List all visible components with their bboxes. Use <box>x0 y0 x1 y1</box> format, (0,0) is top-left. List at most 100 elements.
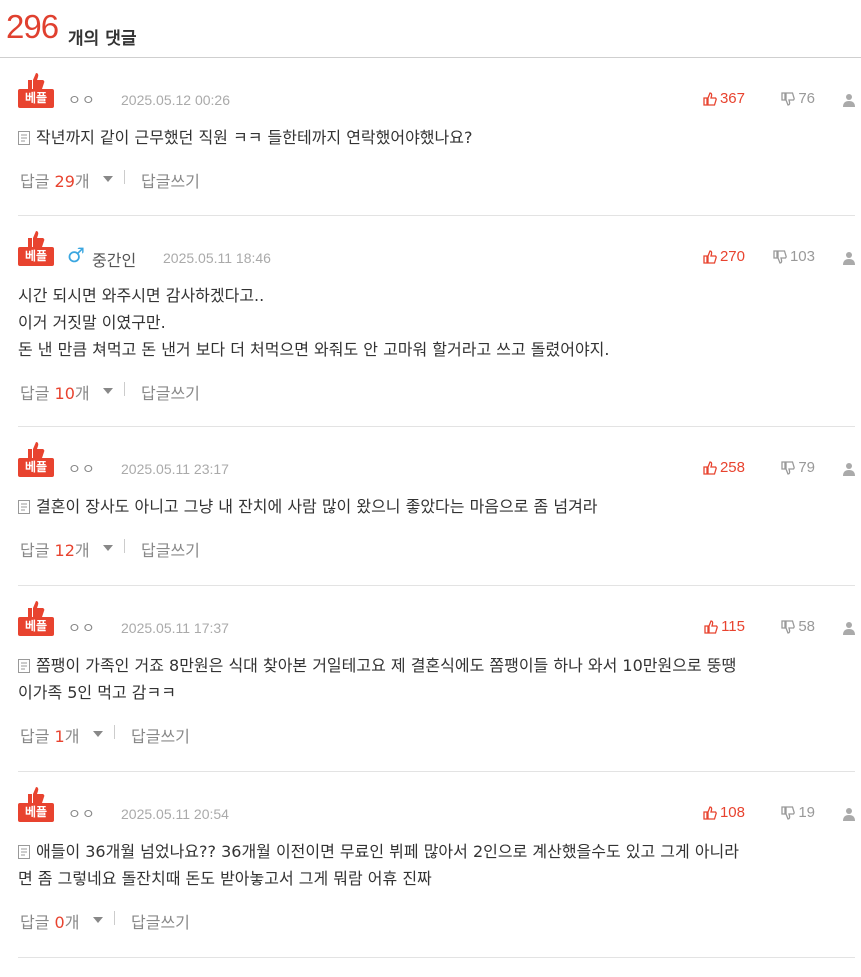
write-reply-button[interactable]: 답글쓰기 <box>131 909 190 933</box>
chevron-down-icon[interactable] <box>103 176 113 182</box>
best-badge: 베플 <box>18 786 54 824</box>
best-thumb-icon <box>28 73 45 89</box>
comment-date: 2025.05.11 17:37 <box>121 620 229 636</box>
write-reply-button[interactable]: 답글쓰기 <box>141 380 200 404</box>
upvote-button[interactable]: 108 <box>703 804 745 821</box>
document-icon <box>18 500 30 514</box>
reply-toggle[interactable]: 답글 12개 <box>20 537 90 561</box>
best-thumb-icon <box>28 231 45 247</box>
thumb-down-icon <box>781 92 796 106</box>
comment-list: 베플 ㅇㅇ 2025.05.12 00:26 367 76 작년까지 같이 근무… <box>0 58 861 958</box>
best-label: 베플 <box>18 89 54 108</box>
report-user-icon[interactable] <box>843 251 855 265</box>
best-badge: 베플 <box>18 72 54 110</box>
divider <box>124 170 125 184</box>
downvote-button[interactable]: 19 <box>781 804 815 821</box>
comment-body: 결혼이 장사도 아니고 그냥 내 잔치에 사람 많이 왔으니 좋았다는 마음으로… <box>18 477 855 520</box>
best-badge: 베플 <box>18 230 54 268</box>
male-icon: ♂ <box>67 243 85 267</box>
thumb-up-icon <box>703 250 717 264</box>
comment-item: 베플 ㅇㅇ 2025.05.11 23:17 258 79 결혼이 장사도 아니… <box>18 427 855 586</box>
thumb-up-icon <box>703 92 717 106</box>
downvote-button[interactable]: 76 <box>781 90 815 107</box>
reply-bar: 답글 10개 답글쓰기 <box>18 363 855 421</box>
report-user-icon[interactable] <box>843 621 855 635</box>
downvote-button[interactable]: 103 <box>773 248 815 265</box>
reply-count: 0 <box>54 913 65 932</box>
upvote-button[interactable]: 270 <box>703 248 745 265</box>
downvote-button[interactable]: 79 <box>781 459 815 476</box>
chevron-down-icon[interactable] <box>103 545 113 551</box>
upvote-button[interactable]: 258 <box>703 459 745 476</box>
comment-item: 베플 ㅇㅇ 2025.05.11 20:54 108 19 애들이 36개월 넘… <box>18 772 855 958</box>
best-label: 베플 <box>18 458 54 477</box>
document-icon <box>18 131 30 145</box>
comment-nickname[interactable]: ㅇㅇ <box>68 459 96 479</box>
report-user-icon[interactable] <box>843 462 855 476</box>
comment-nickname[interactable]: ㅇㅇ <box>68 804 96 824</box>
chevron-down-icon[interactable] <box>93 731 103 737</box>
thumb-up-icon <box>703 461 717 475</box>
comment-item: 베플 ♂ 중간인 2025.05.11 18:46 270 103 시간 되시면… <box>18 216 855 427</box>
upvote-button[interactable]: 115 <box>704 618 745 635</box>
comment-item: 베플 ㅇㅇ 2025.05.11 17:37 115 58 쫌팽이 가족인 거죠… <box>18 586 855 772</box>
best-badge: 베플 <box>18 441 54 479</box>
downvote-count: 58 <box>798 618 815 635</box>
comment-line: 시간 되시면 와주시면 감사하겠다고.. <box>18 286 265 305</box>
report-user-icon[interactable] <box>843 93 855 107</box>
best-label: 베플 <box>18 617 54 636</box>
best-label: 베플 <box>18 803 54 822</box>
upvote-count: 108 <box>719 804 745 821</box>
write-reply-button[interactable]: 답글쓰기 <box>131 723 190 747</box>
upvote-count: 367 <box>719 90 745 107</box>
reply-toggle[interactable]: 답글 0개 <box>20 909 79 933</box>
comment-nickname[interactable]: ㅇㅇ <box>68 618 96 638</box>
comment-body: 시간 되시면 와주시면 감사하겠다고.. 이거 거짓말 이였구만. 돈 낸 만큼… <box>18 266 855 363</box>
thumb-down-icon <box>781 620 796 634</box>
comment-line: 면 좀 그렇네요 돌잔치때 돈도 받아놓고서 그게 뭐람 어휴 진짜 <box>18 869 432 888</box>
document-icon <box>18 845 30 859</box>
comment-body: 애들이 36개월 넘었나요?? 36개월 이전이면 무료인 뷔페 많아서 2인으… <box>18 822 855 892</box>
best-thumb-icon <box>28 787 45 803</box>
comment-item: 베플 ㅇㅇ 2025.05.12 00:26 367 76 작년까지 같이 근무… <box>18 58 855 216</box>
reply-toggle[interactable]: 답글 1개 <box>20 723 79 747</box>
comment-date: 2025.05.11 20:54 <box>121 806 229 822</box>
upvote-count: 270 <box>719 248 745 265</box>
write-reply-button[interactable]: 답글쓰기 <box>141 537 200 561</box>
downvote-count: 103 <box>789 248 815 265</box>
thumb-up-icon <box>704 620 718 634</box>
reply-toggle[interactable]: 답글 29개 <box>20 168 90 192</box>
divider <box>114 911 115 925</box>
comment-line: 쫌팽이 가족인 거죠 8만원은 식대 찾아본 거일테고요 제 결혼식에도 쫌팽이… <box>18 652 855 679</box>
comment-nickname[interactable]: ㅇㅇ <box>68 90 96 110</box>
comment-line: 돈 낸 만큼 쳐먹고 돈 낸거 보다 더 처먹으면 와줘도 안 고마워 할거라고… <box>18 340 610 359</box>
comment-line: 이거 거짓말 이였구만. <box>18 313 166 332</box>
reply-count: 1 <box>54 727 65 746</box>
comment-count-suffix: 개의 댓글 <box>68 29 137 49</box>
divider <box>114 725 115 739</box>
divider <box>124 382 125 396</box>
reply-toggle[interactable]: 답글 10개 <box>20 380 90 404</box>
comment-line: 결혼이 장사도 아니고 그냥 내 잔치에 사람 많이 왔으니 좋았다는 마음으로… <box>18 493 855 520</box>
downvote-button[interactable]: 58 <box>781 618 815 635</box>
downvote-count: 76 <box>798 90 815 107</box>
reply-count: 29 <box>54 172 75 191</box>
thumb-up-icon <box>703 806 717 820</box>
comment-date: 2025.05.11 18:46 <box>163 250 271 266</box>
comment-line: 작년까지 같이 근무했던 직원 ㅋㅋ 들한테까지 연락했어야했나요? <box>18 124 855 151</box>
divider <box>124 539 125 553</box>
best-badge: 베플 <box>18 600 54 638</box>
reply-bar: 답글 1개 답글쓰기 <box>18 706 855 764</box>
reply-count: 12 <box>54 541 75 560</box>
best-thumb-icon <box>28 442 45 458</box>
upvote-count: 115 <box>721 618 745 635</box>
upvote-count: 258 <box>719 459 745 476</box>
report-user-icon[interactable] <box>843 807 855 821</box>
reply-count: 10 <box>54 384 75 403</box>
thumb-down-icon <box>781 806 796 820</box>
upvote-button[interactable]: 367 <box>703 90 745 107</box>
chevron-down-icon[interactable] <box>103 388 113 394</box>
thumb-down-icon <box>781 461 796 475</box>
write-reply-button[interactable]: 답글쓰기 <box>141 168 200 192</box>
chevron-down-icon[interactable] <box>93 917 103 923</box>
